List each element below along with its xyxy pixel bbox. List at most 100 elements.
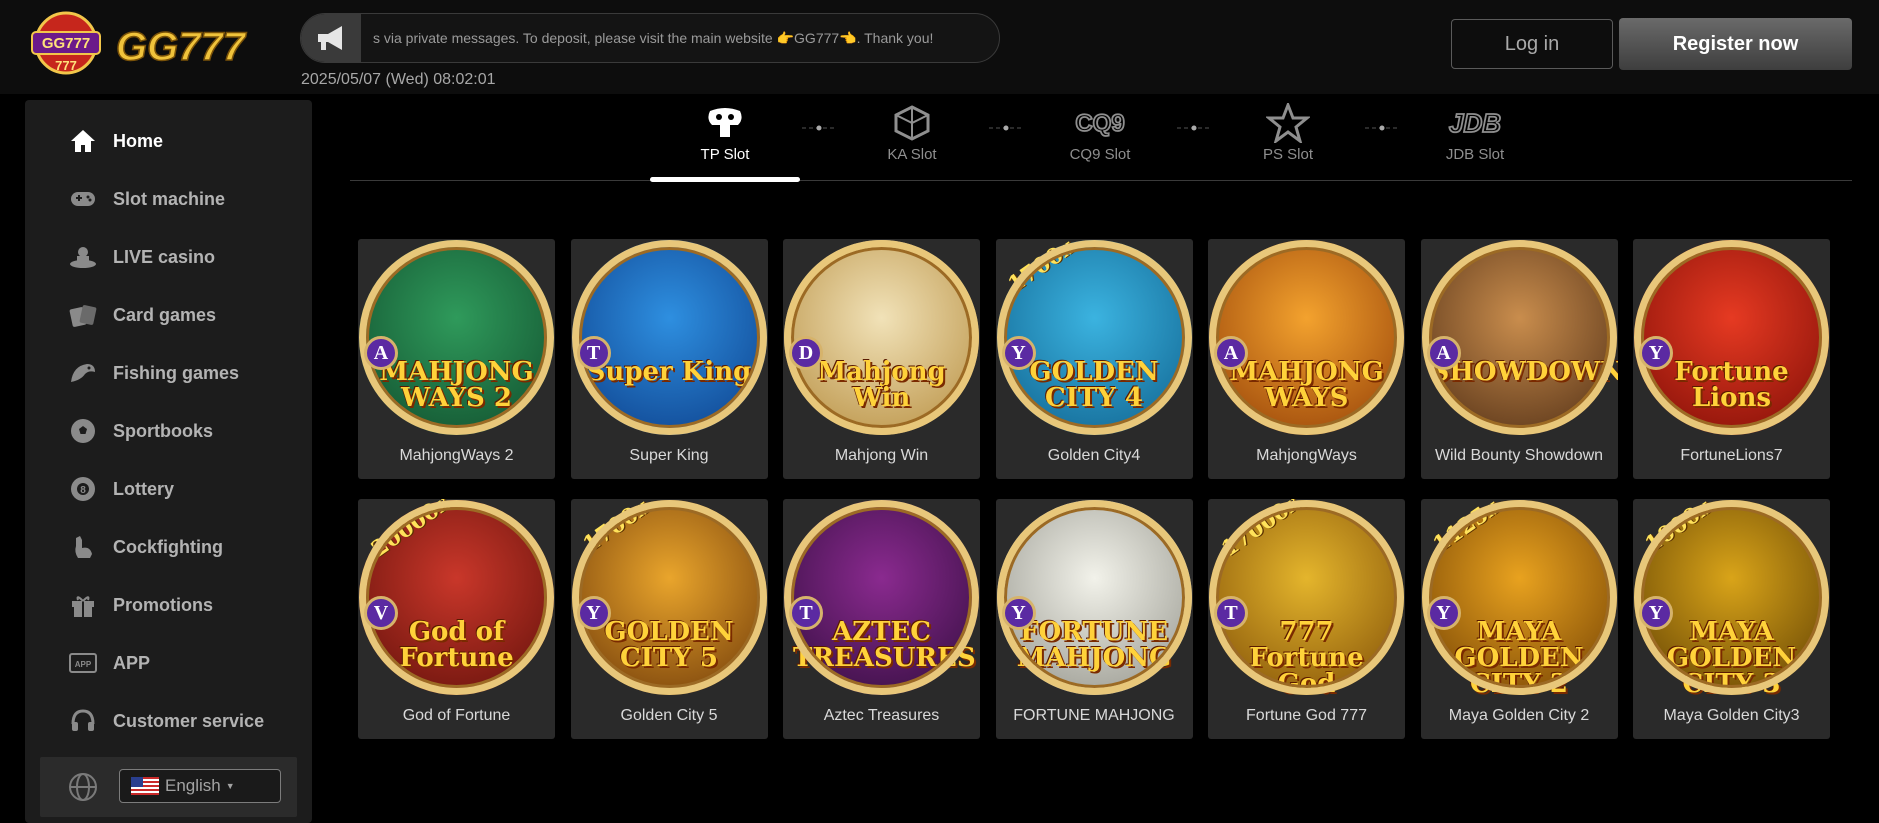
us-flag-icon xyxy=(131,777,159,795)
tab-cq9-slot[interactable]: CQ9 CQ9 Slot xyxy=(1025,100,1175,180)
game-card[interactable]: FORTUNE MAHJONG Y FORTUNE MAHJONG xyxy=(995,499,1193,739)
game-title[interactable]: MahjongWays 2 xyxy=(358,447,555,465)
globe-icon xyxy=(68,772,98,807)
provider-badge: A xyxy=(364,336,398,370)
sidebar-item-live-casino[interactable]: LIVE casino xyxy=(69,237,299,277)
sidebar-item-label: Fishing games xyxy=(113,362,240,383)
tab-ps-slot[interactable]: PS Slot xyxy=(1213,100,1363,180)
provider-badge: Y xyxy=(576,596,611,630)
game-card[interactable]: Super King T Super King xyxy=(570,239,768,479)
game-card[interactable]: MAYA GOLDEN CITY 3 1000x Y Maya Golden City… xyxy=(1633,499,1830,739)
tab-separator xyxy=(986,122,1026,134)
provider-badge: T xyxy=(789,596,823,630)
game-title[interactable]: FORTUNE MAHJONG xyxy=(996,707,1193,725)
game-title[interactable]: Mahjong Win xyxy=(783,447,980,465)
game-card[interactable]: AZTEC TREASURES T Aztec Treasures xyxy=(783,499,980,739)
game-title[interactable]: Aztec Treasures xyxy=(783,707,980,725)
game-card[interactable]: MAHJONG WAYS A MahjongWays xyxy=(1208,239,1405,479)
cards-icon xyxy=(69,301,97,329)
game-title[interactable]: Wild Bounty Showdown xyxy=(1421,447,1618,465)
game-title[interactable]: Fortune God 777 xyxy=(1208,707,1405,725)
game-card[interactable]: GOLDEN CITY 4 1700x Y Golden City4 xyxy=(995,239,1193,479)
provider-badge: A xyxy=(1426,336,1461,370)
game-card[interactable]: SHOWDOWN A Wild Bounty Showdown xyxy=(1420,239,1618,479)
game-title[interactable]: MahjongWays xyxy=(1208,447,1405,465)
game-card[interactable]: Mahjong Win D Mahjong Win xyxy=(783,239,980,479)
game-card[interactable]: GOLDEN CITY 5 1700x Y Golden City 5 xyxy=(570,499,768,739)
sidebar-item-label: Cockfighting xyxy=(113,536,223,557)
cq9-logo-icon: CQ9 xyxy=(1025,100,1175,146)
headset-icon xyxy=(69,707,97,735)
sidebar-item-label: APP xyxy=(113,652,151,673)
sidebar-item-app[interactable]: APP APP xyxy=(69,643,299,683)
game-title[interactable]: FortuneLions7 xyxy=(1633,447,1830,465)
login-button[interactable]: Log in xyxy=(1451,19,1613,69)
sidebar-item-promotions[interactable]: Promotions xyxy=(69,585,299,625)
active-tab-indicator xyxy=(650,177,800,182)
rooster-icon xyxy=(69,533,97,561)
sidebar-item-fishing-games[interactable]: Fishing games xyxy=(69,353,299,393)
announcement-text: s via private messages. To deposit, plea… xyxy=(373,30,934,46)
sidebar-item-sportbooks[interactable]: Sportbooks xyxy=(69,411,299,451)
gift-icon xyxy=(69,591,97,619)
tab-separator xyxy=(1174,122,1214,134)
game-title[interactable]: God of Fortune xyxy=(358,707,555,725)
tab-label: JDB Slot xyxy=(1445,146,1505,163)
sidebar-item-home[interactable]: Home xyxy=(69,121,299,161)
sidebar-item-card-games[interactable]: Card games xyxy=(69,295,299,335)
top-header: GG777 777 GG777 s via private messages. … xyxy=(0,0,1879,94)
sidebar-item-lottery[interactable]: 8 Lottery xyxy=(69,469,299,509)
provider-badge: A xyxy=(1214,336,1248,370)
game-card[interactable]: Fortune Lions Y FortuneLions7 xyxy=(1633,239,1830,479)
game-title[interactable]: Super King xyxy=(571,447,768,465)
sidebar-item-label: LIVE casino xyxy=(113,246,216,267)
announcement-marquee: s via private messages. To deposit, plea… xyxy=(300,13,1000,63)
tab-tp-slot[interactable]: TP Slot xyxy=(650,100,800,180)
svg-text:GG777: GG777 xyxy=(116,25,247,69)
soccer-ball-icon xyxy=(69,417,97,445)
home-icon xyxy=(69,127,97,155)
sidebar-item-label: Sportbooks xyxy=(113,420,214,441)
game-card[interactable]: God of Fortune 20000x V God of Fortune xyxy=(358,499,555,739)
language-select[interactable]: English ▼ xyxy=(119,769,281,803)
tabs-divider xyxy=(350,180,1852,181)
language-panel: English ▼ xyxy=(40,757,297,817)
jdb-logo-icon: JDB xyxy=(1400,100,1550,146)
fish-icon xyxy=(69,359,97,387)
tab-separator xyxy=(799,122,839,134)
svg-text:777: 777 xyxy=(55,58,77,73)
svg-text:JDB: JDB xyxy=(1449,108,1501,138)
tab-label: PS Slot xyxy=(1262,146,1314,163)
provider-badge: Y xyxy=(1639,596,1673,630)
sidebar-item-cockfighting[interactable]: Cockfighting xyxy=(69,527,299,567)
provider-badge: Y xyxy=(1639,336,1673,370)
provider-badge: T xyxy=(576,336,611,370)
game-card[interactable]: MAHJONG WAYS 2 A MahjongWays 2 xyxy=(358,239,555,479)
site-logo[interactable]: GG777 777 GG777 xyxy=(24,10,260,76)
ka-logo-icon xyxy=(837,100,987,146)
game-title[interactable]: Golden City4 xyxy=(996,447,1193,465)
sidebar-item-label: Promotions xyxy=(113,594,214,615)
sidebar-item-label: Slot machine xyxy=(113,188,226,209)
ps-logo-icon xyxy=(1213,100,1363,146)
provider-badge: Y xyxy=(1001,596,1036,630)
sidebar-item-label: Home xyxy=(113,130,164,151)
tab-jdb-slot[interactable]: JDB JDB Slot xyxy=(1400,100,1550,180)
svg-text:APP: APP xyxy=(75,660,92,669)
tab-ka-slot[interactable]: KA Slot xyxy=(837,100,987,180)
language-label: English xyxy=(165,776,221,795)
provider-tabs: TP Slot KA Slot CQ9 CQ9 Slot PS Slot JDB… xyxy=(350,100,1852,183)
game-title[interactable]: Maya Golden City 2 xyxy=(1421,707,1618,725)
tab-label: TP Slot xyxy=(700,146,750,163)
app-icon: APP xyxy=(69,649,97,677)
megaphone-icon xyxy=(301,14,361,62)
tab-label: KA Slot xyxy=(887,146,937,163)
sidebar-item-slot-machine[interactable]: Slot machine xyxy=(69,179,299,219)
game-card[interactable]: 777 Fortune God 17000x T Fortune God 777 xyxy=(1208,499,1405,739)
game-title[interactable]: Golden City 5 xyxy=(571,707,768,725)
game-card[interactable]: MAYA GOLDEN CITY 2 1125x Y Maya Golden City… xyxy=(1420,499,1618,739)
game-title[interactable]: Maya Golden City3 xyxy=(1633,707,1830,725)
register-button[interactable]: Register now xyxy=(1619,18,1852,70)
sidebar-item-customer-service[interactable]: Customer service xyxy=(69,701,299,741)
sidebar-item-label: Card games xyxy=(113,304,217,325)
